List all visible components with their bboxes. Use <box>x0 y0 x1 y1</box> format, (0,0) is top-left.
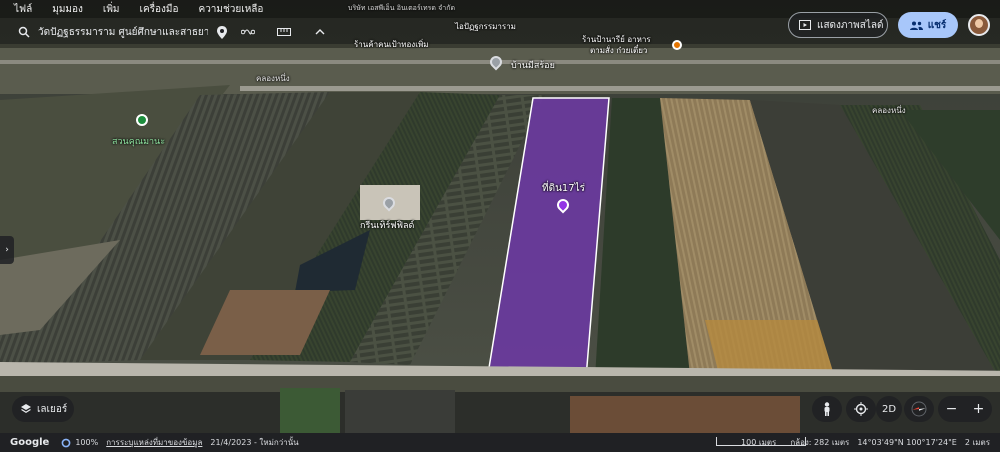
place-icon[interactable] <box>214 24 230 40</box>
plot-label: ที่ดิน17ไร่ <box>542 183 586 194</box>
search-tools <box>214 24 328 40</box>
imagery-date[interactable]: 21/4/2023 - ใหม่กว่านั้น <box>210 436 298 449</box>
pegman-icon <box>824 402 830 416</box>
zoom-controls: − + <box>938 396 992 422</box>
layers-button[interactable]: เลเยอร์ <box>12 396 74 422</box>
google-logo: Google <box>10 437 50 448</box>
target-icon <box>854 402 868 416</box>
toggle-2d-button[interactable]: 2D <box>876 396 902 422</box>
chevron-up-icon[interactable] <box>312 24 328 40</box>
suan-khun-mana-label: สวนคุณมานะ <box>112 137 166 147</box>
layers-label: เลเยอร์ <box>37 403 68 415</box>
zoom-percent: 100% <box>75 438 99 447</box>
search-query[interactable]: วัดปัฏฐธรรมาราม ศูนย์ศึกษาและสาธยา <box>38 25 208 40</box>
menu-add[interactable]: เพิ่ม <box>103 2 120 17</box>
share-label: แชร์ <box>927 19 947 31</box>
menu-view[interactable]: มุมมอง <box>52 2 83 17</box>
expand-sidebar-button[interactable]: › <box>0 236 14 264</box>
compass-button[interactable] <box>904 396 934 422</box>
slideshow-label: แสดงภาพสไลด์ <box>817 19 884 31</box>
shop-right-label-2: ตามสั่ง ก๋วยเตี๋ยว <box>590 46 648 55</box>
menu-tools[interactable]: เครื่องมือ <box>140 2 179 17</box>
coordinates: 14°03'49"N 100°17'24"E <box>857 438 957 447</box>
route-icon[interactable] <box>240 24 256 40</box>
zoom-out-button[interactable]: − <box>946 401 958 417</box>
menu-file[interactable]: ไฟล์ <box>14 2 32 17</box>
earth-viewer[interactable]: ไฟล์ มุมมอง เพิ่ม เครื่องมือ ความช่วยเหล… <box>0 0 1000 452</box>
zoom-indicator: 100% <box>61 438 98 448</box>
ban-mi-sroy-label: บ้านมีสร้อย <box>511 61 555 71</box>
street-view-button[interactable] <box>812 396 842 422</box>
zoom-ring-icon <box>61 438 71 447</box>
my-location-button[interactable] <box>846 396 876 422</box>
satellite-imagery[interactable] <box>0 0 1000 452</box>
park-pin-icon[interactable] <box>136 114 148 126</box>
canal-road-label-right: คลองหนึ่ง <box>872 106 906 115</box>
ruler-icon[interactable] <box>276 24 292 40</box>
green-turf-label: กรีนเทิร์ฟฟิลด์ <box>360 221 415 231</box>
status-bar: Google 100% การระบุแหล่งที่มาของข้อมูล 2… <box>0 433 1000 452</box>
slideshow-button[interactable]: แสดงภาพสไลด์ <box>788 12 888 38</box>
avatar[interactable] <box>968 14 990 36</box>
restaurant-pin-icon[interactable] <box>672 40 682 50</box>
people-icon <box>909 21 923 30</box>
menu-help[interactable]: ความช่วยเหลือ <box>199 2 264 17</box>
share-button[interactable]: แชร์ <box>898 12 958 38</box>
industrial-office-label: ไอปัฏฐกรรมาราม <box>455 22 516 31</box>
canal-road-label: คลองหนึ่ง <box>256 74 290 83</box>
ground-altitude: 2 เมตร <box>964 438 990 447</box>
scale-bar <box>716 437 806 446</box>
zoom-in-button[interactable]: + <box>973 401 985 417</box>
slideshow-icon <box>799 20 811 30</box>
data-attribution-link[interactable]: การระบุแหล่งที่มาของข้อมูล <box>106 436 202 449</box>
search-bar[interactable]: วัดปัฏฐธรรมาราม ศูนย์ศึกษาและสาธยา <box>10 20 340 44</box>
store-top-label: ร้านค้าคนเป้าทองเพิ่ม <box>354 40 429 49</box>
company-label: บริษัท เอสพีเอ็น อินเตอร์เทรด จำกัด <box>348 4 455 12</box>
search-icon[interactable] <box>16 24 32 40</box>
layers-icon <box>21 404 31 414</box>
compass-icon <box>911 401 927 417</box>
